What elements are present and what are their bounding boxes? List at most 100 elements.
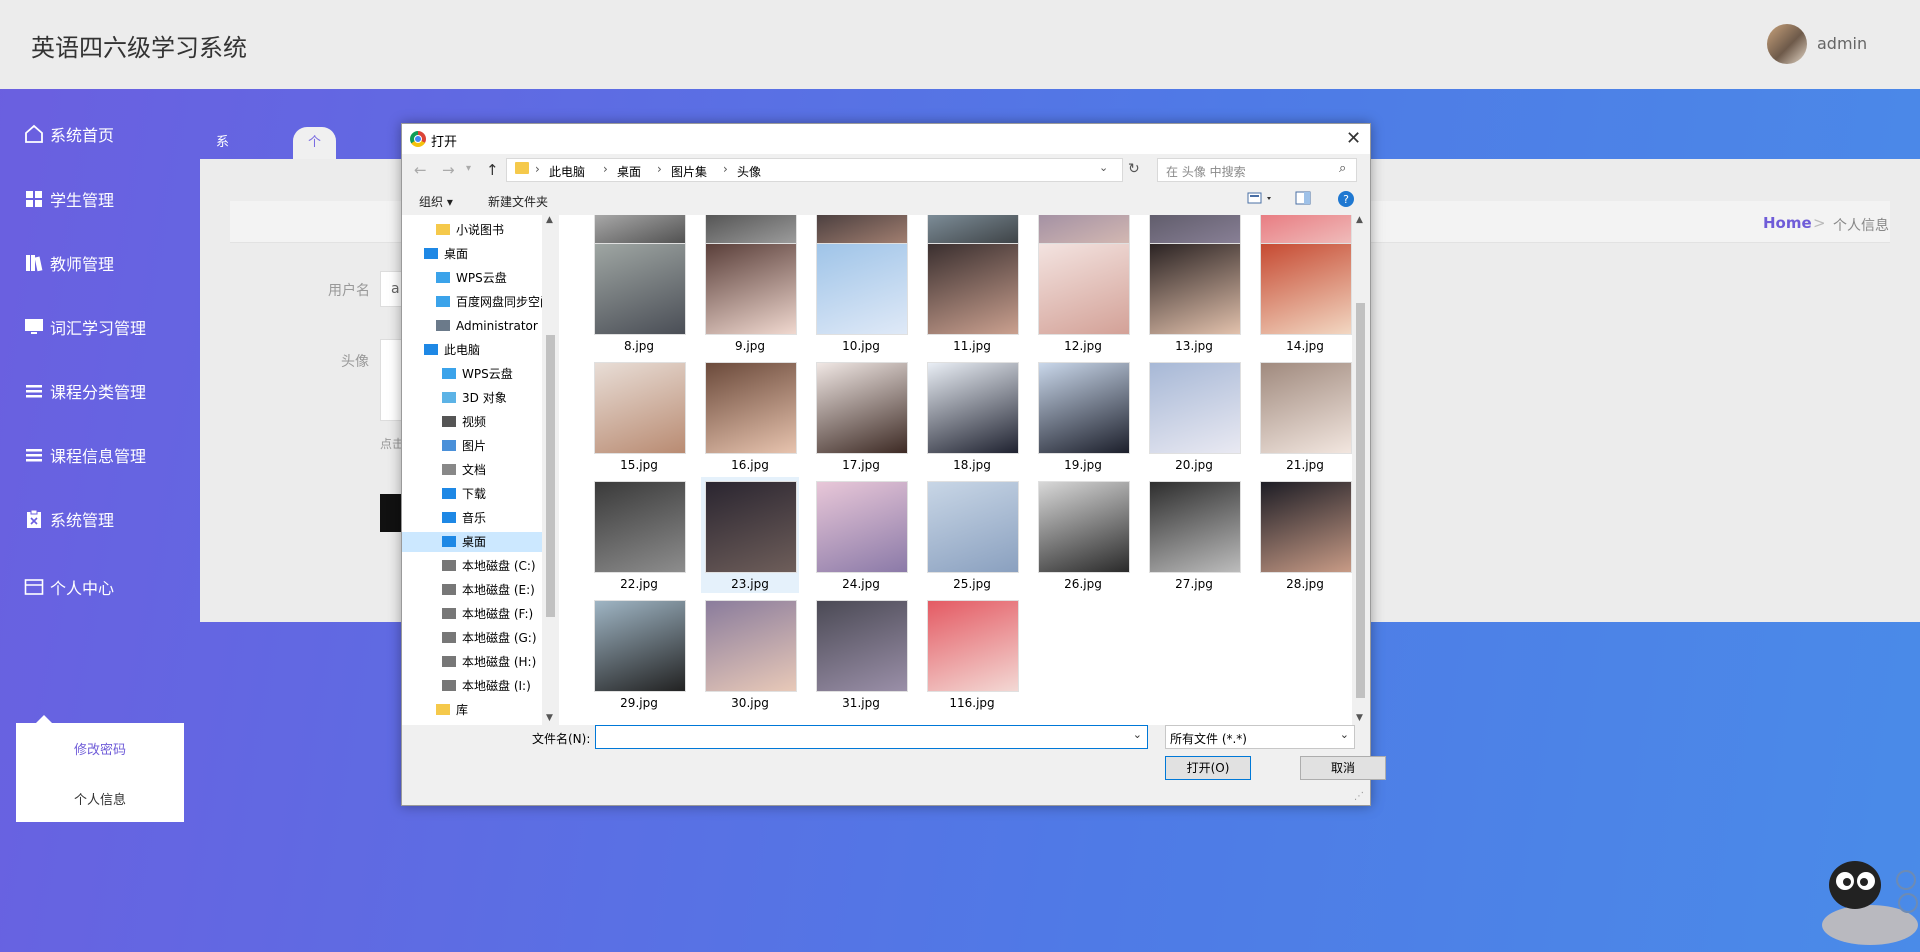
tree-item[interactable]: 桌面 <box>402 244 542 264</box>
file-name[interactable]: 16.jpg <box>695 458 805 472</box>
tree-item[interactable]: 本地磁盘 (H:) <box>402 652 542 672</box>
tree-item[interactable]: 本地磁盘 (E:) <box>402 580 542 600</box>
sidebar-item-students[interactable]: 学生管理 <box>24 183 114 215</box>
file-thumbnail[interactable] <box>1038 243 1130 335</box>
file-name[interactable]: 25.jpg <box>917 577 1027 591</box>
path-segment[interactable]: 桌面 <box>617 163 641 180</box>
file-name[interactable]: 22.jpg <box>584 577 694 591</box>
tree-item[interactable]: 桌面 <box>402 532 542 552</box>
tree-item[interactable]: 文档 <box>402 460 542 480</box>
file-thumbnail[interactable] <box>594 243 686 335</box>
submenu-personal-info[interactable]: 个人信息 <box>16 789 184 808</box>
sidebar-item-personal-center[interactable]: 个人中心 <box>24 571 114 603</box>
forward-arrow-icon[interactable]: → <box>442 161 455 179</box>
file-name[interactable]: 26.jpg <box>1028 577 1138 591</box>
file-name[interactable]: 116.jpg <box>917 696 1027 710</box>
view-options-icon[interactable] <box>1247 191 1277 208</box>
tree-item[interactable]: 图片 <box>402 436 542 456</box>
path-segment[interactable]: 此电脑 <box>549 163 585 180</box>
cancel-button[interactable]: 取消 <box>1300 756 1386 780</box>
file-name[interactable]: 15.jpg <box>584 458 694 472</box>
user-name[interactable]: admin <box>1817 34 1867 53</box>
sidebar-item-course-categories[interactable]: 课程分类管理 <box>24 375 146 407</box>
file-name[interactable]: 28.jpg <box>1250 577 1352 591</box>
sidebar-item-vocabulary[interactable]: 词汇学习管理 <box>24 311 146 343</box>
file-thumbnail[interactable] <box>1038 362 1130 454</box>
file-name[interactable]: 20.jpg <box>1139 458 1249 472</box>
file-name[interactable]: 30.jpg <box>695 696 805 710</box>
tree-item[interactable]: 本地磁盘 (I:) <box>402 676 542 696</box>
submenu-change-password[interactable]: 修改密码 <box>16 739 184 758</box>
sidebar-item-teachers[interactable]: 教师管理 <box>24 247 114 279</box>
file-thumbnail[interactable] <box>1038 481 1130 573</box>
tree-item[interactable]: 库 <box>402 700 542 720</box>
close-icon[interactable]: ✕ <box>1346 128 1361 149</box>
tree-scrollbar[interactable]: ▲ ▼ <box>542 215 559 725</box>
tree-item[interactable]: Administrator <box>402 316 542 336</box>
file-name[interactable]: 18.jpg <box>917 458 1027 472</box>
chevron-down-icon[interactable]: ⌄ <box>1133 728 1142 741</box>
chevron-down-icon[interactable]: ⌄ <box>1340 728 1349 741</box>
recent-chevron-icon[interactable]: ▾ <box>466 163 471 174</box>
address-dropdown-icon[interactable]: ⌄ <box>1099 161 1108 174</box>
tree-item[interactable]: 小说图书 <box>402 220 542 240</box>
file-name[interactable]: 23.jpg <box>695 577 805 591</box>
breadcrumb-home[interactable]: Home <box>1763 214 1812 232</box>
file-scrollbar[interactable]: ▲ ▼ <box>1352 215 1369 725</box>
file-thumbnail[interactable] <box>705 243 797 335</box>
file-thumbnail[interactable] <box>1260 481 1352 573</box>
file-name[interactable]: 21.jpg <box>1250 458 1352 472</box>
help-icon[interactable]: ? <box>1338 191 1354 210</box>
path-segment[interactable]: 头像 <box>737 163 761 180</box>
file-name[interactable]: 17.jpg <box>806 458 916 472</box>
sidebar-item-home[interactable]: 系统首页 <box>24 118 114 150</box>
tree-item[interactable]: 本地磁盘 (G:) <box>402 628 542 648</box>
address-bar[interactable]: › 此电脑 › 桌面 › 图片集 › 头像 ⌄ <box>506 158 1123 182</box>
file-name[interactable]: 29.jpg <box>584 696 694 710</box>
tree-item[interactable]: 本地磁盘 (F:) <box>402 604 542 624</box>
file-thumbnail[interactable] <box>705 481 797 573</box>
tree-item[interactable]: WPS云盘 <box>402 364 542 384</box>
file-thumbnail[interactable] <box>594 362 686 454</box>
file-thumbnail[interactable] <box>705 362 797 454</box>
tab-home[interactable]: 系统首页 <box>216 127 229 246</box>
tree-item[interactable]: 本地磁盘 (C:) <box>402 556 542 576</box>
file-thumbnail[interactable] <box>1149 362 1241 454</box>
up-arrow-icon[interactable]: ↑ <box>486 161 499 179</box>
file-type-select[interactable]: 所有文件 (*.*) ⌄ <box>1165 725 1355 749</box>
file-thumbnail[interactable] <box>816 481 908 573</box>
file-name[interactable]: 9.jpg <box>695 339 805 353</box>
file-thumbnail[interactable] <box>927 600 1019 692</box>
file-name[interactable]: 10.jpg <box>806 339 916 353</box>
file-thumbnail[interactable] <box>1260 243 1352 335</box>
file-name[interactable]: 8.jpg <box>584 339 694 353</box>
tree-item[interactable]: 3D 对象 <box>402 388 542 408</box>
file-thumbnail[interactable] <box>927 243 1019 335</box>
search-input[interactable]: 在 头像 中搜索 ⌕ <box>1157 158 1357 182</box>
tree-item[interactable]: 此电脑 <box>402 340 542 360</box>
tree-item[interactable]: WPS云盘 <box>402 268 542 288</box>
file-thumbnail[interactable] <box>1149 243 1241 335</box>
file-thumbnail[interactable] <box>927 481 1019 573</box>
tree-item[interactable]: 下载 <box>402 484 542 504</box>
file-thumbnail[interactable] <box>705 600 797 692</box>
tree-item[interactable]: 音乐 <box>402 508 542 528</box>
file-thumbnail[interactable] <box>927 362 1019 454</box>
file-name[interactable]: 27.jpg <box>1139 577 1249 591</box>
file-thumbnail[interactable] <box>1260 362 1352 454</box>
tab-personal-info[interactable]: 个人信息× <box>293 127 337 278</box>
file-thumbnail[interactable] <box>1149 481 1241 573</box>
file-thumbnail[interactable] <box>594 481 686 573</box>
refresh-icon[interactable]: ↻ <box>1128 161 1140 177</box>
file-name[interactable]: 11.jpg <box>917 339 1027 353</box>
back-arrow-icon[interactable]: ← <box>414 161 427 179</box>
file-thumbnail[interactable] <box>816 243 908 335</box>
file-thumbnail[interactable] <box>594 600 686 692</box>
file-name[interactable]: 13.jpg <box>1139 339 1249 353</box>
file-thumbnail[interactable] <box>816 362 908 454</box>
sidebar-item-course-info[interactable]: 课程信息管理 <box>24 439 146 471</box>
open-button[interactable]: 打开(O) <box>1165 756 1251 780</box>
resize-grip-icon[interactable]: ⋰ <box>1354 791 1364 802</box>
file-name[interactable]: 31.jpg <box>806 696 916 710</box>
tree-item[interactable]: 视频 <box>402 412 542 432</box>
